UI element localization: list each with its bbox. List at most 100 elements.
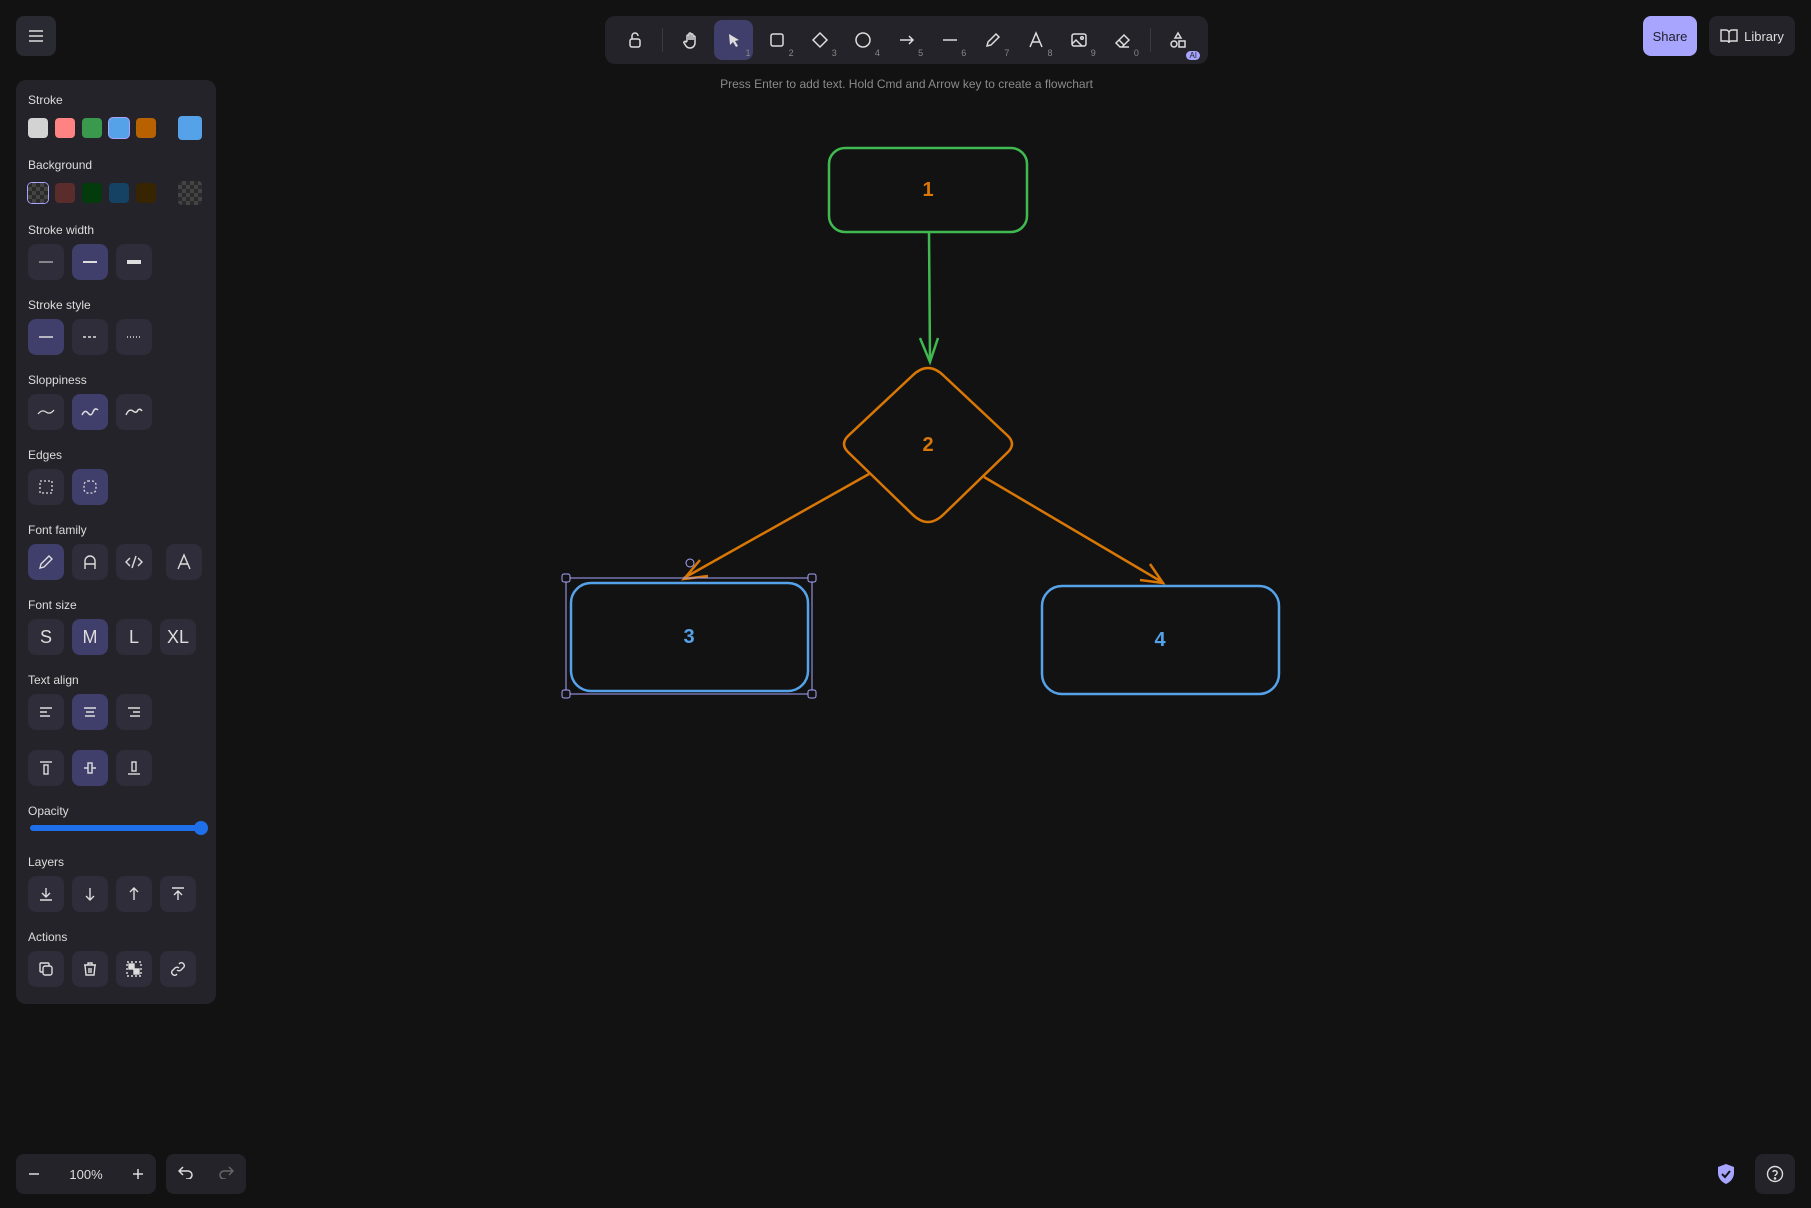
- zoom-level[interactable]: 100%: [69, 1167, 102, 1182]
- text-align-center[interactable]: [72, 694, 108, 730]
- edge-1-2[interactable]: [918, 231, 940, 366]
- font-family-hand-drawn[interactable]: [28, 544, 64, 580]
- font-family-more[interactable]: [166, 544, 202, 580]
- pencil-icon: [39, 555, 53, 569]
- zoom-out-button[interactable]: [22, 1167, 46, 1181]
- node-4[interactable]: 4: [1040, 584, 1281, 696]
- edges-sharp[interactable]: [28, 469, 64, 505]
- tool-lock[interactable]: [615, 20, 654, 60]
- main-menu-button[interactable]: [16, 16, 56, 56]
- share-button[interactable]: Share: [1643, 16, 1697, 56]
- text-align-right[interactable]: [116, 694, 152, 730]
- background-swatch-transparent[interactable]: [28, 183, 48, 203]
- code-icon: [125, 555, 143, 569]
- font-size-large[interactable]: L: [116, 619, 152, 655]
- tool-text[interactable]: 8: [1016, 20, 1055, 60]
- text-icon: [177, 553, 191, 570]
- stroke-label: Stroke: [28, 93, 63, 107]
- tool-ellipse[interactable]: 4: [844, 20, 883, 60]
- stroke-swatch-orange[interactable]: [136, 118, 156, 138]
- library-button[interactable]: Library: [1709, 16, 1795, 56]
- tool-line-key: 6: [961, 48, 967, 58]
- stroke-style-dashed[interactable]: [72, 319, 108, 355]
- stroke-swatch-green[interactable]: [82, 118, 102, 138]
- vertical-align-middle[interactable]: [72, 750, 108, 786]
- tool-selection[interactable]: 1: [714, 20, 754, 60]
- font-size-small[interactable]: S: [28, 619, 64, 655]
- tool-arrow[interactable]: 5: [887, 20, 926, 60]
- tool-hand[interactable]: [671, 20, 710, 60]
- font-size-extra-large[interactable]: XL: [160, 619, 196, 655]
- background-swatch-red[interactable]: [55, 183, 75, 203]
- font-family-normal[interactable]: [72, 544, 108, 580]
- zoom-in-button[interactable]: [126, 1167, 150, 1181]
- tool-image[interactable]: 9: [1060, 20, 1099, 60]
- background-swatch-green[interactable]: [82, 183, 102, 203]
- node-2[interactable]: 2: [842, 366, 1014, 524]
- stroke-width-bold[interactable]: [72, 244, 108, 280]
- hand-icon: [682, 32, 696, 49]
- bring-to-front-button[interactable]: [160, 876, 196, 912]
- tool-eraser-key: 0: [1133, 48, 1139, 58]
- vertical-align-bottom[interactable]: [116, 750, 152, 786]
- help-button[interactable]: [1755, 1154, 1795, 1194]
- stroke-width-extra-bold[interactable]: [116, 244, 152, 280]
- group-button[interactable]: [116, 951, 152, 987]
- resize-handle-sw[interactable]: [561, 689, 571, 699]
- edge-2-4[interactable]: [983, 475, 1166, 585]
- undo-button[interactable]: [177, 1165, 194, 1184]
- delete-button[interactable]: [72, 951, 108, 987]
- sloppiness-cartoonist[interactable]: [116, 394, 152, 430]
- drawing-canvas[interactable]: 1 2 3 4: [0, 0, 1811, 1208]
- font-family-code[interactable]: [116, 544, 152, 580]
- stroke-swatch-gray[interactable]: [28, 118, 48, 138]
- toolbar-separator: [1149, 28, 1151, 52]
- stroke-style-solid[interactable]: [28, 319, 64, 355]
- bring-forward-button[interactable]: [116, 876, 152, 912]
- tool-line[interactable]: 6: [930, 20, 969, 60]
- node-1[interactable]: 1: [827, 146, 1029, 234]
- resize-handle-se[interactable]: [807, 689, 817, 699]
- stroke-current-color[interactable]: [178, 116, 202, 140]
- stroke-style-dotted[interactable]: [116, 319, 152, 355]
- edge-2-3[interactable]: [680, 472, 870, 581]
- align-top-icon: [40, 761, 52, 775]
- background-current-color[interactable]: [178, 181, 202, 205]
- resize-handle-nw[interactable]: [561, 573, 571, 583]
- rotate-handle[interactable]: [685, 558, 695, 568]
- duplicate-button[interactable]: [28, 951, 64, 987]
- tool-eraser[interactable]: 0: [1103, 20, 1142, 60]
- link-button[interactable]: [160, 951, 196, 987]
- font-size-medium[interactable]: M: [72, 619, 108, 655]
- opacity-slider-track[interactable]: [30, 825, 202, 831]
- opacity-slider-thumb[interactable]: [194, 821, 208, 835]
- tool-image-key: 9: [1090, 48, 1096, 58]
- resize-handle-ne[interactable]: [807, 573, 817, 583]
- edges-round[interactable]: [72, 469, 108, 505]
- redo-icon: [219, 1165, 235, 1180]
- stroke-style-label: Stroke style: [28, 298, 91, 312]
- shield-check-icon[interactable]: [1714, 1162, 1738, 1186]
- vertical-align-top[interactable]: [28, 750, 64, 786]
- background-swatch-blue[interactable]: [109, 183, 129, 203]
- stroke-swatch-blue[interactable]: [109, 118, 129, 138]
- sloppiness-architect[interactable]: [28, 394, 64, 430]
- text-align-left[interactable]: [28, 694, 64, 730]
- tool-rectangle[interactable]: 2: [757, 20, 796, 60]
- undo-icon: [177, 1165, 193, 1180]
- tool-more[interactable]: AI: [1159, 20, 1200, 60]
- node-3-label: 3: [683, 626, 694, 648]
- node-2-label: 2: [922, 434, 933, 456]
- background-swatch-brown[interactable]: [136, 183, 156, 203]
- send-backward-button[interactable]: [72, 876, 108, 912]
- sloppiness-artist[interactable]: [72, 394, 108, 430]
- stroke-swatch-red[interactable]: [55, 118, 75, 138]
- send-to-back-button[interactable]: [28, 876, 64, 912]
- node-3[interactable]: 3: [561, 558, 817, 699]
- tool-draw[interactable]: 7: [973, 20, 1012, 60]
- tool-diamond[interactable]: 3: [801, 20, 840, 60]
- redo-button[interactable]: [218, 1165, 235, 1184]
- stroke-width-thin[interactable]: [28, 244, 64, 280]
- minus-icon: [29, 1173, 39, 1175]
- diamond-icon: [812, 31, 829, 49]
